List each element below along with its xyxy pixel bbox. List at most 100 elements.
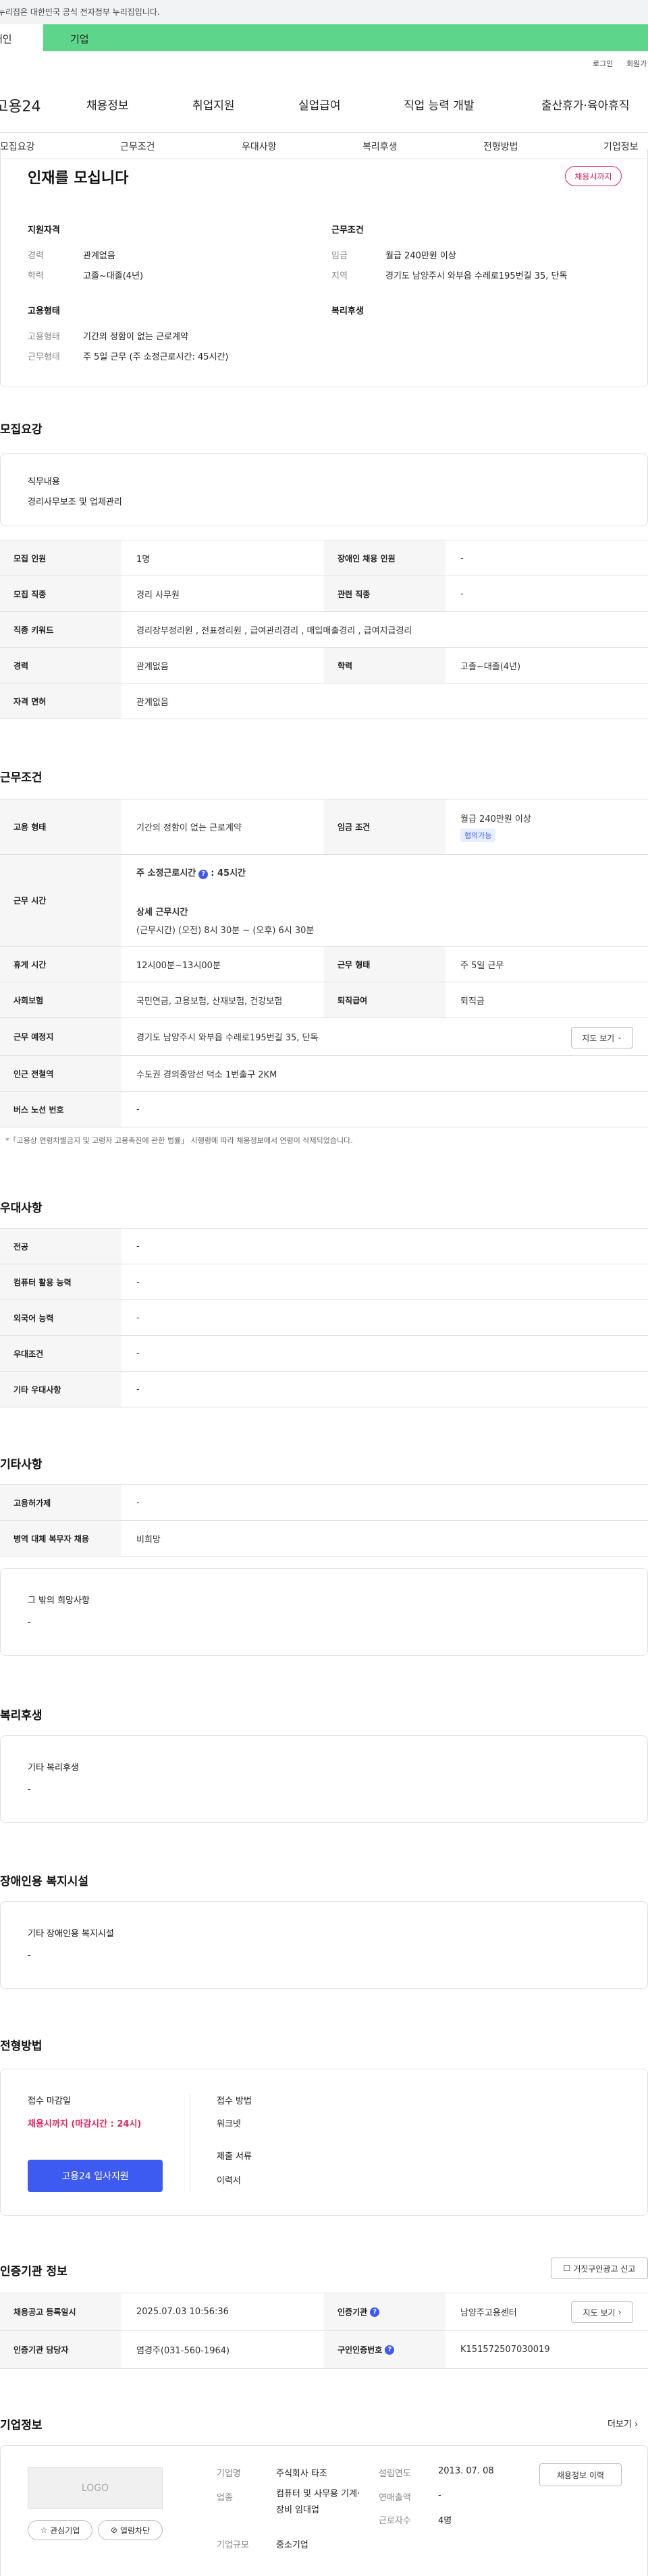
- disability-card: 기타 장애인용 복지시설 -: [0, 1901, 648, 1989]
- login-link[interactable]: 로그인: [593, 58, 613, 69]
- work-hours-value: : 45시간: [211, 868, 246, 878]
- region-value: 경기도 남양주시 와부읍 수레로195번길 35, 단독: [385, 271, 568, 281]
- career-value: 관계없음: [83, 251, 115, 261]
- help-icon[interactable]: ?: [198, 869, 209, 879]
- table-key: 경력: [0, 648, 122, 683]
- table-value: 고졸~대졸(4년): [460, 661, 521, 672]
- table-value: 2025.07.03 10:56:36: [136, 2307, 229, 2317]
- table-value: 1명: [136, 554, 151, 565]
- tab-company[interactable]: 기업: [70, 32, 89, 46]
- company-logo: LOGO: [28, 2467, 163, 2509]
- sales-value: -: [438, 2490, 441, 2500]
- welfare-label: 기타 복리후생: [28, 1763, 79, 1773]
- other-wish-label: 그 밖의 희망사항: [28, 1596, 90, 1606]
- detail-hours-value: (근무시간) (오전) 8시 30분 ~ (오후) 6시 30분: [136, 925, 315, 936]
- cert-num-label: 구인인증번호: [338, 2345, 383, 2355]
- table-row: 자격 면허 관계없음: [0, 683, 648, 719]
- gnb-item-unemployment-benefit[interactable]: 실업급여: [298, 96, 341, 113]
- work-hours-line: 주 소정근로시간?: 45시간: [136, 866, 246, 879]
- table-value: 관계없음: [136, 661, 169, 672]
- gnb-item-maternity-leave[interactable]: 출산휴가·육아휴직: [541, 96, 630, 113]
- cert-table: 채용공고 등록일시 2025.07.03 10:56:36 인증기관? 남양주고…: [0, 2293, 648, 2369]
- table-key: 컴퓨터 활용 능력: [0, 1264, 122, 1299]
- company-name-key: 기업명: [217, 2469, 241, 2479]
- cert-map-label: 지도 보기: [583, 2307, 616, 2318]
- table-key: 근무 형태: [324, 947, 446, 982]
- table-row: 인증기관 담당자 염경주(031-560-1964) 구인인증번호? K1515…: [0, 2331, 648, 2369]
- detail-hours-label: 상세 근무시간: [136, 907, 188, 918]
- tab-personal[interactable]: 기업개인: [0, 24, 43, 51]
- table-row: 컴퓨터 활용 능력 -: [0, 1264, 648, 1300]
- cert-num-key: 구인인증번호?: [324, 2331, 446, 2368]
- company-size-value: 중소기업: [276, 2540, 308, 2550]
- table-value: -: [136, 1241, 140, 1252]
- duty-value: 경리사무보조 및 업체관리: [28, 497, 122, 507]
- table-row: 채용공고 등록일시 2025.07.03 10:56:36 인증기관? 남양주고…: [0, 2293, 648, 2331]
- table-value: -: [136, 1497, 140, 1508]
- table-row: 근무 예정지 경기도 남양주시 와부읍 수레로195번길 35, 단독 지도 보…: [0, 1018, 648, 1056]
- docs-label: 제출 서류: [217, 2152, 252, 2162]
- block-view-button[interactable]: ⊘ 열람차단: [98, 2520, 163, 2540]
- hiring-history-button[interactable]: 채용정보 이력: [539, 2463, 622, 2486]
- table-key: 버스 노선 번호: [0, 1092, 122, 1127]
- table-row: 모집 인원 1명 장애인 채용 인원 -: [0, 540, 648, 576]
- deadline-label: 접수 마감일: [28, 2096, 71, 2106]
- help-icon[interactable]: ?: [370, 2307, 380, 2317]
- table-row: 버스 노선 번호 -: [0, 1092, 648, 1127]
- block-icon: ⊘: [110, 2525, 117, 2535]
- deadline-value: 채용시까지 (마감시간 : 24시): [28, 2119, 142, 2129]
- block-label: 열람차단: [119, 2525, 151, 2536]
- duty-label: 직무내용: [28, 477, 60, 487]
- sales-key: 연매출액: [379, 2493, 411, 2503]
- table-value: -: [460, 553, 464, 563]
- table-row: 휴게 시간 12시00분~13시00분 근무 형태 주 5일 근무: [0, 947, 648, 982]
- table-key: 전공: [0, 1229, 122, 1264]
- table-value: 관계없음: [136, 697, 169, 708]
- table-value: 수도권 경의중앙선 덕소 1번출구 2KM: [136, 1069, 277, 1080]
- table-key: 모집 직종: [0, 576, 122, 611]
- summary-title: 인재를 모십니다: [28, 170, 129, 187]
- site-logo[interactable]: 고용24: [0, 94, 40, 116]
- table-value: 주 5일 근무: [460, 960, 504, 971]
- company-size-key: 기업규모: [217, 2540, 249, 2550]
- company-name-value: 주식회사 타조: [276, 2469, 327, 2479]
- table-value: 국민연금, 고용보험, 산재보험, 건강보험: [136, 996, 283, 1007]
- table-row: 전공 -: [0, 1229, 648, 1264]
- table-key: 임금 조건: [324, 800, 446, 854]
- cert-org-label: 인증기관: [338, 2307, 368, 2317]
- report-button[interactable]: ☐ 거짓구인광고 신고: [551, 2258, 648, 2279]
- table-key: 병역 대체 복무자 채용: [0, 1521, 122, 1556]
- table-value: 경리 사무원: [136, 590, 180, 600]
- map-button-label: 지도 보기: [582, 1033, 615, 1043]
- join-link[interactable]: 회원가: [626, 58, 647, 69]
- cert-map-button[interactable]: 지도 보기 ›: [571, 2301, 633, 2323]
- gnb-item-jobs[interactable]: 채용정보: [86, 96, 129, 113]
- founded-value: 2013. 07. 08: [438, 2466, 494, 2476]
- table-key: 근무 시간: [0, 855, 122, 946]
- disability-label: 기타 장애인용 복지시설: [28, 1929, 114, 1939]
- favorite-company-button[interactable]: ☆ 관심기업: [28, 2520, 92, 2540]
- table-key: 휴게 시간: [0, 947, 122, 982]
- table-value: 비희망: [136, 1534, 161, 1545]
- apply-button[interactable]: 고용24 입사지원: [28, 2160, 163, 2192]
- table-key: 사회보험: [0, 982, 122, 1017]
- help-icon[interactable]: ?: [385, 2345, 395, 2355]
- industry-value: 컴퓨터 및 사무용 기계·장비 임대업: [276, 2489, 360, 2515]
- gnb-item-vocational-training[interactable]: 직업 능력 개발: [404, 96, 475, 113]
- more-link[interactable]: 더보기 ›: [608, 2417, 638, 2430]
- table-row: 외국어 능력 -: [0, 1300, 648, 1336]
- other-wish-card: 그 밖의 희망사항 -: [0, 1568, 648, 1656]
- gnb-item-employment-support[interactable]: 취업지원: [192, 96, 235, 113]
- table-value: 경리장부정리원 , 전표정리원 , 급여관리경리 , 매입매출경리 , 급여지급…: [136, 625, 412, 636]
- disability-value: -: [28, 1951, 31, 1961]
- global-nav: 고용24 채용정보 취업지원 실업급여 직업 능력 개발 출산휴가·육아휴직: [0, 94, 648, 119]
- conditions-label: 근무조건: [331, 225, 364, 235]
- cert-org-key: 인증기관?: [324, 2293, 446, 2330]
- docs-value: 이력서: [217, 2176, 241, 2186]
- career-key: 경력: [28, 251, 44, 261]
- map-button[interactable]: 지도 보기 ⌄: [571, 1027, 633, 1048]
- welfare-section-title: 복리후생: [0, 1709, 43, 1723]
- conditions-section-title: 근무조건: [0, 771, 43, 785]
- table-row: 근무 시간 주 소정근로시간?: 45시간 상세 근무시간 (근무시간) (오전…: [0, 855, 648, 947]
- welfare-card: 기타 복리후생 -: [0, 1735, 648, 1823]
